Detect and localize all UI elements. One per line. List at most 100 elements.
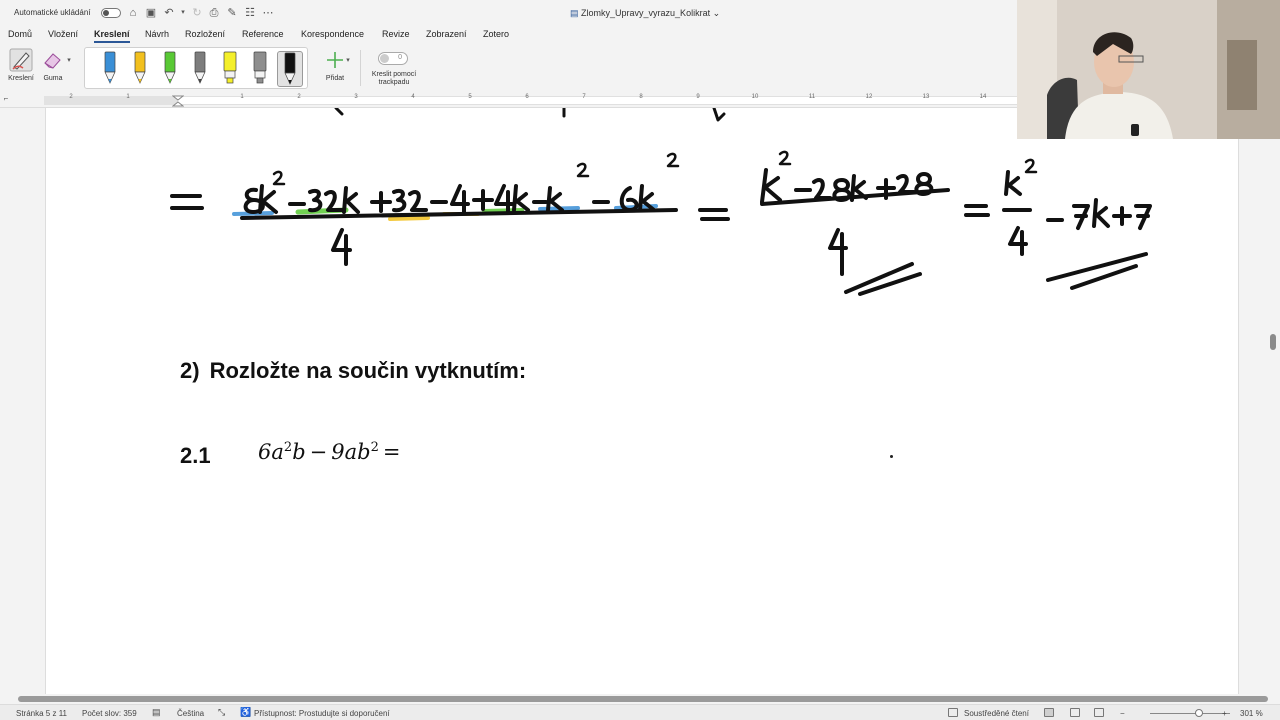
tab-zotero[interactable]: Zotero (483, 29, 509, 39)
word-window: Automatické ukládání ⌂ ▣ ↶ ▾ ↻ ⎙ ✎ ☷ ⋯ ▤… (0, 0, 1280, 720)
undo-icon[interactable]: ↶ (162, 6, 176, 20)
ruler-left-margin (44, 96, 178, 105)
zoom-slider-thumb[interactable] (1195, 709, 1203, 717)
ink-equals (170, 194, 204, 210)
exercise-number: 2.1 (180, 443, 211, 468)
zoom-level[interactable]: 301 % (1240, 709, 1263, 718)
ruler-number: 1 (240, 94, 244, 100)
ruler-number: 6 (525, 94, 529, 100)
ruler-number: 10 (751, 94, 759, 100)
language-label[interactable]: Čeština (177, 709, 204, 718)
undo-dropdown-icon[interactable]: ▾ (176, 6, 190, 20)
yellow-pen[interactable] (127, 51, 153, 87)
gray-highlighter[interactable] (247, 51, 273, 87)
print-layout-icon[interactable] (1044, 708, 1054, 717)
customize-icon[interactable]: ☷ (243, 6, 257, 20)
tab-layout[interactable]: Rozložení (185, 29, 225, 39)
ruler-number: 3 (354, 94, 358, 100)
trackpad-toggle[interactable]: 0 (378, 52, 408, 65)
redo-icon[interactable]: ↻ (190, 6, 204, 20)
tab-mailings[interactable]: Korespondence (301, 29, 364, 39)
ink-equals (964, 204, 990, 217)
ruler-number: 13 (922, 94, 930, 100)
ruler-number: 14 (979, 94, 987, 100)
home-icon[interactable]: ⌂ (126, 6, 140, 20)
web-layout-icon[interactable] (1070, 708, 1080, 717)
ink-fraction-bar-2 (760, 188, 950, 206)
ruler-number: 2 (69, 94, 73, 100)
accessibility-status[interactable]: Přístupnost: Prostudujte si doporučení (254, 709, 390, 718)
document-page[interactable]: 2) Rozložte na součin vytknutím: 2.1 6a2b… (45, 108, 1239, 694)
tab-stop-icon[interactable]: ⌐ (4, 94, 9, 103)
blue-pen[interactable] (97, 51, 123, 87)
zoom-out-icon[interactable]: − (1120, 709, 1125, 718)
highlight-yellow (388, 216, 430, 221)
ink-result (1002, 158, 1152, 256)
more-icon[interactable]: ⋯ (261, 6, 275, 20)
chevron-down-icon: ⌄ (712, 8, 721, 18)
indent-marker-icon[interactable] (172, 95, 184, 107)
page-indicator[interactable]: Stránka 5 z 11 (16, 709, 67, 718)
formula-variable: ab (344, 440, 371, 464)
focus-mode-label[interactable]: Soustředěné čtení (964, 709, 1029, 718)
trackpad-toggle-value: 0 (398, 54, 402, 61)
track-changes-icon[interactable]: ⤡ (218, 707, 225, 718)
proofing-icon[interactable]: ▤ (152, 707, 161, 718)
formula-operator: − (309, 440, 328, 464)
gray-highlighter-icon (253, 51, 267, 84)
pen-icon[interactable]: ✎ (225, 6, 239, 20)
tab-view[interactable]: Zobrazení (426, 29, 467, 39)
ink-denominator-1 (331, 228, 352, 266)
print-icon[interactable]: ⎙ (207, 6, 221, 20)
document-title[interactable]: ▤ Zlomky_Upravy_vyrazu_Kolikrat ⌄ (570, 8, 720, 19)
horizontal-scrollbar[interactable] (18, 696, 1268, 702)
zoom-slider[interactable] (1150, 713, 1230, 714)
formula-exponent: 2 (370, 440, 379, 455)
add-dropdown-icon[interactable]: ▾ (341, 54, 355, 68)
black-pen[interactable] (277, 51, 303, 87)
formula-coefficient: 9 (331, 440, 345, 464)
blue-pen-icon (104, 51, 116, 84)
autosave-toggle[interactable] (101, 8, 121, 18)
eraser-dropdown-icon[interactable]: ▾ (62, 54, 76, 68)
section-number: 2) (180, 358, 200, 383)
ink-stroke (334, 108, 726, 122)
tab-references[interactable]: Reference (242, 29, 284, 39)
tab-review[interactable]: Revize (382, 29, 410, 39)
tab-design[interactable]: Návrh (145, 29, 169, 39)
ruler-number: 9 (696, 94, 700, 100)
document-canvas[interactable]: 2) Rozložte na součin vytknutím: 2.1 6a2b… (0, 108, 1280, 694)
ruler-number: 8 (639, 94, 643, 100)
accessibility-icon[interactable]: ♿ (240, 707, 251, 718)
ink-underline-2 (844, 262, 922, 296)
focus-icon[interactable] (948, 708, 958, 717)
word-count[interactable]: Počet slov: 359 (82, 709, 137, 718)
eraser-label: Guma (43, 75, 63, 82)
zoom-in-icon[interactable]: + (1222, 709, 1227, 718)
ink-underline-3 (1046, 252, 1148, 290)
read-mode-icon[interactable] (1094, 708, 1104, 717)
gray-pen[interactable] (187, 51, 213, 87)
tab-insert[interactable]: Vložení (48, 29, 78, 39)
exercise-formula: 6a2b −9ab2 = (258, 440, 404, 464)
ruler-number: 1 (126, 94, 130, 100)
formula-exponent: 2 (283, 440, 293, 455)
green-pen-icon (164, 51, 176, 84)
yellow-highlighter[interactable] (217, 51, 243, 87)
ruler-number: 7 (582, 94, 586, 100)
ribbon-divider (360, 50, 361, 86)
ribbon-tabs: Domů Vložení Kreslení Návrh Rozložení Re… (0, 26, 1020, 44)
ruler-number: 11 (808, 94, 816, 100)
draw-tool-button[interactable]: Kreslení (6, 48, 36, 82)
ink-equals (698, 208, 730, 221)
text-cursor (890, 455, 893, 458)
draw-icon (9, 48, 33, 72)
tab-home[interactable]: Domů (8, 29, 32, 39)
status-bar: Stránka 5 z 11 Počet slov: 359 ▤ Čeština… (0, 704, 1280, 720)
tab-draw[interactable]: Kreslení (94, 29, 130, 43)
green-pen[interactable] (157, 51, 183, 87)
save-icon[interactable]: ▣ (144, 6, 158, 20)
document-icon: ▤ (570, 8, 579, 18)
vertical-scrollbar[interactable] (1270, 334, 1276, 350)
formula-variable: a (271, 440, 284, 464)
